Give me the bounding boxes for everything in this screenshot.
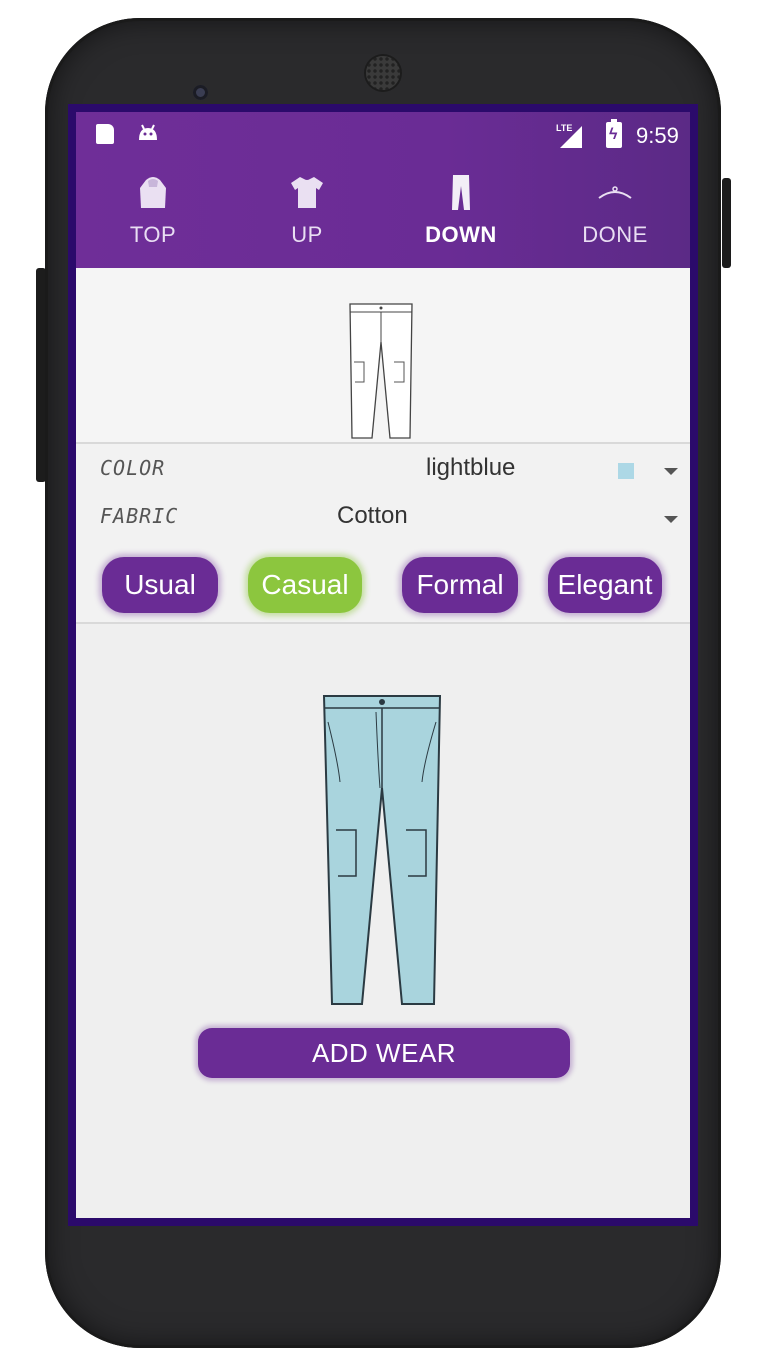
sd-card-icon [96, 124, 114, 144]
phone-power-button [722, 178, 731, 268]
garment-preview [76, 268, 690, 444]
style-chip-casual[interactable]: Casual [248, 557, 362, 613]
tab-down-label: DOWN [425, 222, 497, 247]
color-label: COLOR [100, 456, 166, 480]
style-chip-formal[interactable]: Formal [402, 557, 518, 613]
screen-bezel: LTE ϟ 9:59 TOP UP DOWN DONE COLOR lightb… [68, 104, 698, 1226]
front-camera [193, 85, 208, 100]
color-row[interactable]: COLOR lightblue [76, 448, 690, 492]
tshirt-icon [291, 177, 323, 208]
battery-charging-icon: ϟ [606, 119, 622, 148]
earpiece-speaker [366, 56, 400, 90]
category-tabs: TOP UP DOWN DONE [76, 160, 690, 306]
tab-top-label: TOP [129, 222, 177, 247]
hoodie-icon [140, 177, 166, 208]
color-dropdown-arrow-icon[interactable] [664, 468, 678, 475]
app-display: LTE ϟ 9:59 TOP UP DOWN DONE COLOR lightb… [76, 112, 690, 1218]
style-chip-usual[interactable]: Usual [102, 557, 218, 613]
tab-up[interactable]: UP [230, 160, 384, 268]
fabric-dropdown-arrow-icon[interactable] [664, 516, 678, 523]
tab-down[interactable]: DOWN [384, 160, 538, 268]
pants-colored-image [322, 695, 442, 1005]
pants-icon [452, 175, 470, 210]
preview-divider [76, 442, 690, 444]
tab-done[interactable]: DONE [538, 160, 690, 268]
app-bar: LTE ϟ 9:59 TOP UP DOWN DONE [76, 112, 690, 306]
style-chip-elegant[interactable]: Elegant [548, 557, 662, 613]
fabric-label: FABRIC [100, 504, 179, 528]
signal-strength-icon [560, 126, 582, 148]
color-value: lightblue [426, 454, 516, 481]
fabric-row[interactable]: FABRIC Cotton [76, 496, 690, 540]
hanger-icon [598, 186, 632, 199]
fabric-value: Cotton [337, 502, 408, 529]
status-clock: 9:59 [636, 123, 679, 148]
garment-display-area [76, 624, 690, 1218]
tab-done-label: DONE [582, 222, 648, 247]
tab-up-label: UP [291, 222, 323, 247]
tab-top[interactable]: TOP [76, 160, 230, 268]
add-wear-button[interactable]: ADD WEAR [198, 1028, 570, 1078]
pants-outline-image [349, 303, 413, 439]
status-bar: LTE ϟ 9:59 [76, 112, 690, 160]
color-swatch [618, 463, 634, 479]
android-icon [139, 124, 157, 140]
